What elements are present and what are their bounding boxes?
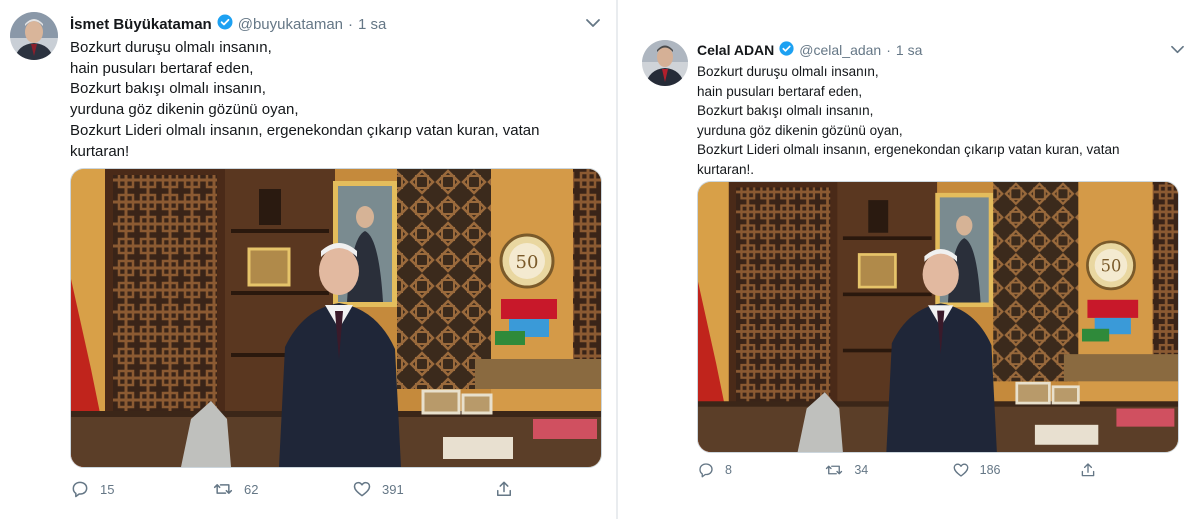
tweet-actions: 15 62 391 [70, 479, 520, 499]
reply-count: 15 [100, 481, 115, 497]
avatar[interactable] [642, 40, 688, 86]
author-name[interactable]: İsmet Büyükataman [70, 16, 212, 33]
retweet-count: 34 [854, 463, 869, 477]
tweet-timestamp[interactable]: 1 sa [358, 16, 386, 33]
reply-button[interactable]: 8 [697, 461, 824, 479]
tweet-text-line: Bozkurt Lideri olmalı insanın, ergenekon… [697, 142, 1120, 157]
share-icon [1079, 461, 1097, 479]
retweet-button[interactable]: 34 [824, 461, 951, 479]
like-button[interactable]: 391 [352, 479, 494, 499]
reply-icon [70, 479, 90, 499]
like-count: 391 [382, 481, 404, 497]
avatar[interactable] [10, 12, 58, 60]
tweet-text-line: yurduna göz dikenin gözünü oyan, [70, 101, 299, 119]
tweet-text-line: Bozkurt bakışı olmalı insanın, [697, 103, 874, 118]
retweet-count: 62 [244, 481, 259, 497]
header-separator: · [886, 41, 891, 58]
reply-count: 8 [725, 463, 732, 477]
header-separator: · [348, 15, 354, 33]
tweet-text: Bozkurt duruşu olmalı insanın, hain pusu… [697, 62, 1120, 179]
share-button[interactable] [494, 479, 514, 499]
tweet-text-line: yurduna göz dikenin gözünü oyan, [697, 122, 903, 138]
author-name[interactable]: Celal ADAN [697, 42, 774, 58]
tweet-photo[interactable]: 50 [70, 168, 602, 468]
svg-text:50: 50 [516, 252, 539, 273]
like-count: 186 [979, 463, 1001, 477]
reply-button[interactable]: 15 [70, 479, 212, 499]
tweet-card-right[interactable]: Celal ADAN @celal_adan · 1 sa Bozkurt du… [618, 0, 1200, 519]
verified-badge-icon [216, 13, 234, 35]
verified-badge-icon [778, 40, 795, 60]
author-handle[interactable]: @buyukataman [238, 16, 343, 33]
tweet-text-line: kurtaran! [70, 142, 130, 160]
svg-text:50: 50 [1101, 257, 1122, 276]
tweet-actions: 8 34 186 [697, 461, 1097, 479]
share-icon [494, 479, 514, 499]
author-handle[interactable]: @celal_adan [799, 42, 881, 58]
tweet-header: İsmet Büyükataman @buyukataman · 1 sa [70, 14, 386, 34]
tweet-text-line: hain pusuları bertaraf eden, [70, 59, 254, 77]
heart-icon [952, 461, 970, 479]
tweet-card-left[interactable]: İsmet Büyükataman @buyukataman · 1 sa Bo… [0, 0, 616, 519]
retweet-icon [824, 461, 844, 479]
tweet-text-line: Bozkurt bakışı olmalı insanın, [70, 80, 266, 98]
chevron-down-icon[interactable] [585, 16, 601, 35]
tweet-text: Bozkurt duruşu olmalı insanın, hain pusu… [70, 38, 539, 162]
share-button[interactable] [1079, 461, 1097, 479]
chevron-down-icon[interactable] [1170, 43, 1185, 61]
reply-icon [697, 461, 715, 479]
tweet-text-line: Bozkurt Lideri olmalı insanın, ergenekon… [70, 121, 540, 139]
tweet-header: Celal ADAN @celal_adan · 1 sa [697, 40, 922, 59]
tweet-text-line: Bozkurt duruşu olmalı insanın, [697, 64, 879, 79]
retweet-icon [212, 479, 234, 499]
tweet-text-line: Bozkurt duruşu olmalı insanın, [70, 39, 272, 56]
like-button[interactable]: 186 [952, 461, 1079, 479]
tweet-text-line: hain pusuları bertaraf eden, [697, 83, 863, 99]
tweet-photo[interactable]: 50 [697, 181, 1179, 453]
tweet-timestamp[interactable]: 1 sa [896, 42, 922, 58]
retweet-button[interactable]: 62 [212, 479, 352, 499]
tweet-text-line: kurtaran!. [697, 161, 755, 177]
heart-icon [352, 479, 372, 499]
